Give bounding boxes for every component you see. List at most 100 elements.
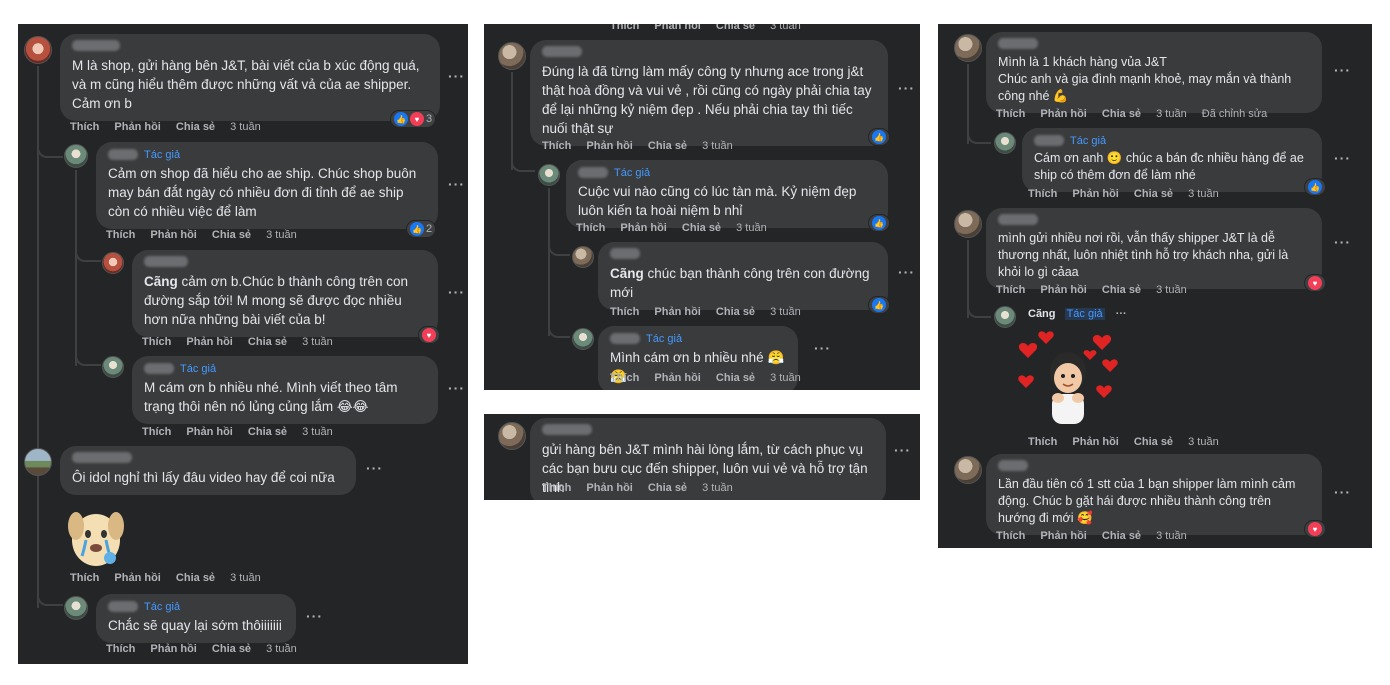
share-button[interactable]: Chia sẻ [1102, 108, 1141, 120]
reply-button[interactable]: Phản hồi [586, 482, 632, 494]
more-options-icon[interactable]: ··· [448, 284, 465, 300]
like-button[interactable]: Thích [106, 229, 135, 241]
avatar[interactable] [954, 456, 982, 484]
more-options-icon[interactable]: ··· [814, 340, 831, 356]
reaction-summary[interactable]: 👍 [1304, 178, 1326, 196]
share-button[interactable]: Chia sẻ [176, 121, 215, 133]
reply-button[interactable]: Phản hồi [654, 306, 700, 318]
avatar[interactable] [102, 252, 124, 274]
share-button[interactable]: Chia sẻ [648, 140, 687, 152]
avatar[interactable] [994, 132, 1016, 154]
share-button[interactable]: Chia sẻ [176, 572, 215, 584]
comment-bubble: Tác giả M cám ơn b nhiều nhé. Mình viết … [132, 356, 438, 424]
like-button[interactable]: Thích [1028, 436, 1057, 448]
reply-button[interactable]: Phản hồi [150, 229, 196, 241]
reply-button[interactable]: Phản hồi [150, 643, 196, 655]
like-button[interactable]: Thích [70, 121, 99, 133]
more-options-icon[interactable]: ··· [448, 68, 465, 84]
share-button[interactable]: Chia sẻ [248, 426, 287, 438]
like-button[interactable]: Thích [70, 572, 99, 584]
avatar[interactable] [102, 356, 124, 378]
mention-name[interactable]: Cãng [144, 274, 178, 289]
like-button[interactable]: Thích [1028, 188, 1057, 200]
more-options-icon[interactable]: ··· [1116, 308, 1127, 320]
share-button[interactable]: Chia sẻ [648, 482, 687, 494]
more-options-icon[interactable]: ··· [1334, 484, 1351, 500]
share-button[interactable]: Chia sẻ [1102, 530, 1141, 542]
avatar[interactable] [64, 596, 88, 620]
like-button[interactable]: Thích [996, 284, 1025, 296]
avatar[interactable] [994, 306, 1016, 328]
comment-text: mình gửi nhiều nơi rồi, vẫn thấy shipper… [998, 231, 1289, 279]
reply-button[interactable]: Phản hồi [654, 372, 700, 384]
author-badge: Tác giả [1070, 135, 1107, 147]
like-button[interactable]: Thích [542, 482, 571, 494]
like-button[interactable]: Thích [996, 108, 1025, 120]
more-options-icon[interactable]: ··· [894, 442, 911, 458]
share-button[interactable]: Chia sẻ [248, 336, 287, 348]
reaction-summary[interactable]: 👍 [868, 214, 890, 232]
more-options-icon[interactable]: ··· [898, 264, 915, 280]
avatar[interactable] [24, 448, 52, 476]
share-button[interactable]: Chia sẻ [1134, 436, 1173, 448]
like-button[interactable]: Thích [142, 426, 171, 438]
more-options-icon[interactable]: ··· [306, 608, 323, 624]
reaction-summary[interactable]: 👍 ♥ 3 [390, 110, 437, 128]
avatar[interactable] [954, 34, 982, 62]
reaction-summary[interactable]: 👍 [868, 296, 890, 314]
reply-button[interactable]: Phản hồi [114, 121, 160, 133]
avatar[interactable] [498, 422, 526, 450]
reply-header: Cãng Tác giả ··· [1028, 308, 1127, 321]
reaction-summary[interactable]: ♥ [1304, 520, 1326, 538]
share-button[interactable]: Chia sẻ [716, 24, 755, 32]
reply-button[interactable]: Phản hồi [1040, 530, 1086, 542]
share-button[interactable]: Chia sẻ [1102, 284, 1141, 296]
reply-button[interactable]: Phản hồi [1040, 108, 1086, 120]
like-button[interactable]: Thích [610, 306, 639, 318]
like-button[interactable]: Thích [142, 336, 171, 348]
like-button[interactable]: Thích [610, 372, 639, 384]
mention-name[interactable]: Cãng [610, 266, 644, 281]
reply-button[interactable]: Phản hồi [114, 572, 160, 584]
like-button[interactable]: Thích [576, 222, 605, 234]
avatar[interactable] [954, 210, 982, 238]
more-options-icon[interactable]: ··· [448, 176, 465, 192]
reply-button[interactable]: Phản hồi [654, 24, 700, 32]
reaction-summary[interactable]: 👍 [868, 128, 890, 146]
like-button[interactable]: Thích [106, 643, 135, 655]
share-button[interactable]: Chia sẻ [716, 306, 755, 318]
comments-panel-2: Thích Phản hồi Chia sẻ 3 tuần Đúng là đã… [484, 24, 920, 390]
share-button[interactable]: Chia sẻ [1134, 188, 1173, 200]
avatar[interactable] [538, 164, 560, 186]
share-button[interactable]: Chia sẻ [212, 229, 251, 241]
more-options-icon[interactable]: ··· [1334, 234, 1351, 250]
avatar[interactable] [498, 42, 526, 70]
reply-button[interactable]: Phản hồi [586, 140, 632, 152]
commenter-name[interactable]: Cãng [1028, 308, 1056, 320]
more-options-icon[interactable]: ··· [366, 460, 383, 476]
reaction-summary[interactable]: ♥ [1304, 274, 1326, 292]
avatar[interactable] [24, 36, 52, 64]
like-button[interactable]: Thích [610, 24, 639, 32]
reply-button[interactable]: Phản hồi [1072, 436, 1118, 448]
reaction-summary[interactable]: ♥ [418, 326, 440, 344]
reply-button[interactable]: Phản hồi [1040, 284, 1086, 296]
reply-button[interactable]: Phản hồi [186, 426, 232, 438]
more-options-icon[interactable]: ··· [1334, 150, 1351, 166]
avatar[interactable] [572, 246, 594, 268]
reply-button[interactable]: Phản hồi [1072, 188, 1118, 200]
comment-text: Cám ơn anh 🙂 chúc a bán đc nhiều hàng để… [1034, 151, 1304, 182]
like-button[interactable]: Thích [996, 530, 1025, 542]
reply-button[interactable]: Phản hồi [620, 222, 666, 234]
like-button[interactable]: Thích [542, 140, 571, 152]
avatar[interactable] [572, 328, 594, 350]
share-button[interactable]: Chia sẻ [212, 643, 251, 655]
share-button[interactable]: Chia sẻ [716, 372, 755, 384]
avatar[interactable] [64, 144, 88, 168]
more-options-icon[interactable]: ··· [898, 80, 915, 96]
more-options-icon[interactable]: ··· [1334, 62, 1351, 78]
share-button[interactable]: Chia sẻ [682, 222, 721, 234]
more-options-icon[interactable]: ··· [448, 380, 465, 396]
reply-button[interactable]: Phản hồi [186, 336, 232, 348]
reaction-summary[interactable]: 👍 2 [406, 220, 437, 238]
